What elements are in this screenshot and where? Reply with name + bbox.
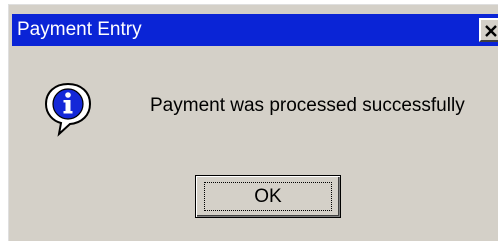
dialog-title: Payment Entry [17, 19, 142, 40]
info-icon [44, 82, 92, 137]
dialog-window: Payment Entry Payment was processed succ… [8, 4, 498, 241]
close-icon [485, 25, 497, 37]
ok-button[interactable]: OK [195, 175, 341, 218]
title-bar[interactable]: Payment Entry [12, 14, 498, 46]
dialog-message: Payment was processed successfully [150, 95, 465, 116]
ok-button-label: OK [254, 186, 282, 207]
close-button[interactable] [479, 18, 498, 42]
